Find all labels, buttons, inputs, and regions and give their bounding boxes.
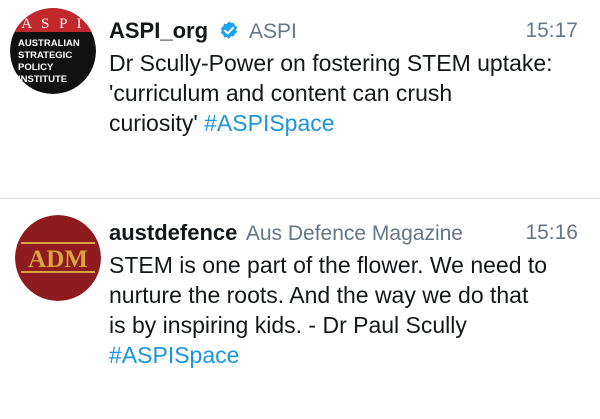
timestamp[interactable]: 15:16 bbox=[525, 218, 578, 248]
avatar-aspi[interactable]: A S P I AUSTRALIAN STRATEGIC POLICY INST… bbox=[10, 8, 96, 94]
display-name[interactable]: ASPI_org bbox=[109, 18, 208, 43]
tweet-text-line: 'curriculum and content can crush bbox=[109, 80, 453, 106]
adm-logo-text: ADM bbox=[28, 246, 88, 273]
hashtag-link[interactable]: #ASPISpace bbox=[204, 110, 334, 136]
hashtag-link[interactable]: #ASPISpace bbox=[109, 340, 578, 370]
tweet-timeline: A S P I AUSTRALIAN STRATEGIC POLICY INST… bbox=[0, 0, 600, 419]
tweet-text-fragment: curiosity' bbox=[109, 110, 205, 136]
timestamp[interactable]: 15:17 bbox=[525, 16, 578, 46]
tweet-text-line-last: curiosity' #ASPISpace bbox=[109, 108, 578, 138]
avatar-aspi-top-text: A S P I bbox=[21, 16, 84, 32]
tweet-aspi[interactable]: A S P I AUSTRALIAN STRATEGIC POLICY INST… bbox=[0, 0, 600, 198]
tweet-divider bbox=[0, 198, 600, 199]
tweet-text-line: Dr Scully-Power on fostering STEM uptake… bbox=[109, 50, 553, 76]
display-name[interactable]: austdefence bbox=[109, 220, 237, 245]
tweet-text-line: is by inspiring kids. - Dr Paul Scully bbox=[109, 312, 467, 338]
tweet-header: austdefence Aus Defence Magazine 15:16 bbox=[109, 218, 578, 248]
avatar-aspi-line-3: POLICY bbox=[18, 62, 54, 73]
aspi-logo-icon: A S P I AUSTRALIAN STRATEGIC POLICY INST… bbox=[10, 8, 96, 94]
tweet-text-line: STEM is one part of the flower. We need … bbox=[109, 252, 548, 278]
tweet-content: austdefence Aus Defence Magazine 15:16 S… bbox=[109, 218, 578, 370]
avatar-aspi-line-2: STRATEGIC bbox=[18, 50, 72, 61]
verified-badge-icon bbox=[221, 21, 238, 39]
avatar-aspi-line-4: INSTITUTE bbox=[18, 74, 67, 85]
tweet-text: STEM is one part of the flower. We need … bbox=[109, 250, 578, 370]
tweet-header: ASPI_org ASPI 15:17 bbox=[109, 16, 578, 46]
avatar-aspi-line-1: AUSTRALIAN bbox=[18, 38, 80, 49]
tweet-text-line: nurture the roots. And the way we do tha… bbox=[109, 282, 529, 308]
tweet-text: Dr Scully-Power on fostering STEM uptake… bbox=[109, 48, 578, 138]
avatar-austdefence[interactable]: ADM bbox=[15, 215, 101, 301]
handle[interactable]: Aus Defence Magazine bbox=[246, 222, 463, 245]
adm-logo-icon: ADM bbox=[15, 215, 101, 301]
handle[interactable]: ASPI bbox=[249, 20, 297, 43]
tweet-content: ASPI_org ASPI 15:17 Dr Scully-Power on f… bbox=[109, 16, 578, 138]
